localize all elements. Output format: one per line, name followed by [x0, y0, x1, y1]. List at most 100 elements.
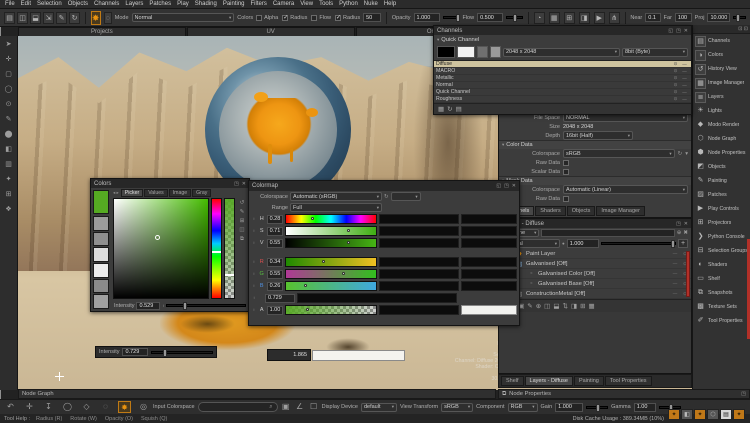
- mask-data-section-header[interactable]: ▾ Mask Data: [499, 176, 691, 185]
- dock-palette-item[interactable]: ≣ Layers: [693, 90, 750, 104]
- saturation-value-picker[interactable]: [113, 198, 209, 299]
- layers-toolbar-icon[interactable]: ✎: [527, 302, 532, 310]
- layer-row[interactable]: ● ▾ ▧ Galvanised [Off] — ⊙: [499, 259, 691, 269]
- gray-swatch[interactable]: [490, 46, 501, 58]
- spinner-icon[interactable]: ↕: [162, 303, 164, 308]
- document-tool-icon[interactable]: ✎: [56, 12, 67, 24]
- strip-marker[interactable]: [306, 308, 309, 311]
- channel-lock-icon[interactable]: —: [680, 90, 689, 95]
- channel-size-dropdown[interactable]: 2048 x 2048▾: [503, 48, 620, 57]
- spinner-icon[interactable]: ↕: [251, 272, 257, 276]
- strip-marker[interactable]: [304, 284, 307, 287]
- layer-cache-icon[interactable]: —: [671, 281, 679, 286]
- colormap-extra-dropdown[interactable]: ▾: [391, 192, 421, 201]
- checkbox-box[interactable]: [311, 15, 317, 21]
- restore-icon[interactable]: ◱: [668, 28, 673, 34]
- history-color-swatch[interactable]: [93, 263, 109, 278]
- paint-tool-strip-icon[interactable]: ⬤: [2, 129, 15, 140]
- strip-marker[interactable]: [311, 217, 314, 220]
- component-dropdown[interactable]: RGB▾: [508, 403, 538, 412]
- extended-range-strip[interactable]: [461, 269, 517, 279]
- intensity-slider[interactable]: [151, 351, 213, 354]
- alpha-gradient-strip[interactable]: [285, 305, 378, 315]
- scalar-strip[interactable]: [297, 293, 457, 303]
- channel-row[interactable]: Metallic ⊙ —: [434, 75, 691, 82]
- clear-filter-icon[interactable]: ✖: [683, 230, 688, 236]
- status-icon[interactable]: ✦: [668, 409, 680, 420]
- paint-mode-dropdown[interactable]: Normal▾: [132, 13, 235, 22]
- colormap-titlebar[interactable]: Colormap ◱ ◳ ✕: [249, 181, 519, 191]
- document-tool-icon[interactable]: ↻: [69, 12, 80, 24]
- history-color-swatch[interactable]: [93, 279, 109, 294]
- colors-tab[interactable]: Values: [144, 189, 167, 197]
- dock-palette-item[interactable]: ▨ Patches: [693, 188, 750, 202]
- dock-palette-item[interactable]: ◩ Objects: [693, 160, 750, 174]
- dock-palette-item[interactable]: ☀ Lights: [693, 104, 750, 118]
- dock-palette-item[interactable]: ⧉ Snapshots: [693, 286, 750, 300]
- reset-icon[interactable]: ↻: [384, 194, 389, 200]
- extended-range-strip[interactable]: [379, 257, 458, 267]
- display-tool-icon[interactable]: ∠: [295, 401, 305, 413]
- paint-tool-strip-icon[interactable]: ❖: [2, 204, 15, 215]
- channel-lock-icon[interactable]: —: [680, 83, 689, 88]
- toolbar-checkbox[interactable]: Alpha: [256, 15, 278, 21]
- gain-slider[interactable]: [586, 406, 608, 409]
- node-properties-bar[interactable]: ⧉ Node Properties ◳: [498, 389, 750, 399]
- layer-opacity-slider[interactable]: [601, 242, 676, 245]
- layer-cache-icon[interactable]: —: [671, 291, 679, 296]
- layer-search-input[interactable]: [541, 229, 674, 237]
- view-tool-icon[interactable]: ▶: [594, 12, 605, 24]
- alpha-value-field[interactable]: 1.00: [267, 306, 283, 315]
- menu-item[interactable]: Python: [339, 1, 358, 7]
- close-icon[interactable]: ✕: [684, 28, 688, 34]
- add-layer-button[interactable]: +: [678, 239, 688, 248]
- layers-toolbar-icon[interactable]: ◨: [571, 302, 577, 310]
- extended-range-strip[interactable]: [461, 281, 517, 291]
- menu-item[interactable]: Objects: [68, 1, 88, 7]
- extended-range-strip[interactable]: [379, 226, 458, 236]
- display-tool-icon[interactable]: ☐: [309, 401, 319, 413]
- float-icon[interactable]: ◳: [676, 28, 681, 34]
- palette-tab[interactable]: Shelf: [501, 376, 524, 386]
- paint-tool-strip-icon[interactable]: ✎: [2, 114, 15, 125]
- channel-value-field[interactable]: 0.34: [267, 258, 283, 267]
- gain-field[interactable]: 1.000: [555, 403, 583, 412]
- paint-tool-button[interactable]: ✸: [91, 11, 101, 25]
- spinner-icon[interactable]: ↕: [251, 241, 257, 245]
- menu-item[interactable]: Tools: [319, 1, 333, 7]
- dock-header[interactable]: ⊡ ⊡: [693, 25, 750, 34]
- menu-item[interactable]: Edit: [21, 1, 31, 7]
- bottom-tool-icon[interactable]: ↶: [4, 401, 17, 413]
- quick-channel-row[interactable]: ▾ Quick Channel: [434, 35, 691, 44]
- radius-field[interactable]: 50: [363, 13, 381, 22]
- document-tool-icon[interactable]: ▤: [4, 12, 15, 24]
- near-field[interactable]: 0.1: [645, 13, 660, 22]
- viewport-tab[interactable]: UV: [187, 27, 355, 36]
- channel-cache-icon[interactable]: ⊙: [671, 75, 680, 81]
- proj-field[interactable]: 10.000: [707, 13, 730, 22]
- opacity-field[interactable]: 1.000: [414, 13, 440, 22]
- strip-marker[interactable]: [347, 241, 350, 244]
- dock-palette-item[interactable]: ↺ History View: [693, 62, 750, 76]
- channels-panel-titlebar[interactable]: Channels ◱ ◳ ✕: [434, 26, 691, 35]
- flow-field[interactable]: 0.500: [477, 13, 503, 22]
- colors-tab[interactable]: Picker: [121, 189, 143, 197]
- dock-palette-item[interactable]: ◆ Modo Render: [693, 118, 750, 132]
- picker-tool-icon[interactable]: ✎: [240, 209, 245, 215]
- scalar-value-field[interactable]: 0.729: [265, 294, 295, 303]
- layers-toolbar-icon[interactable]: ⬓: [553, 302, 559, 310]
- layers-toolbar-icon[interactable]: ⇅: [562, 302, 567, 310]
- colormap-colorspace-dropdown[interactable]: Automatic (sRGB)▾: [290, 192, 382, 201]
- channel-cache-icon[interactable]: ⊙: [671, 68, 680, 74]
- alpha-strip[interactable]: [224, 198, 235, 299]
- colorspace-dropdown[interactable]: sRGB▾: [563, 149, 675, 158]
- color-data-section-header[interactable]: ▾ Color Data: [499, 140, 691, 149]
- menu-item[interactable]: Play: [177, 1, 189, 7]
- channel-cache-icon[interactable]: ⊙: [671, 61, 680, 67]
- channel-cache-icon[interactable]: ⊙: [671, 82, 680, 88]
- display-device-dropdown[interactable]: default▾: [361, 403, 397, 412]
- status-icon[interactable]: ⬡: [707, 409, 719, 420]
- channel-gradient-strip[interactable]: [285, 269, 378, 279]
- dock-palette-item[interactable]: ⬡ Node Graph: [693, 132, 750, 146]
- layers-toolbar-icon[interactable]: ⊞: [580, 302, 585, 310]
